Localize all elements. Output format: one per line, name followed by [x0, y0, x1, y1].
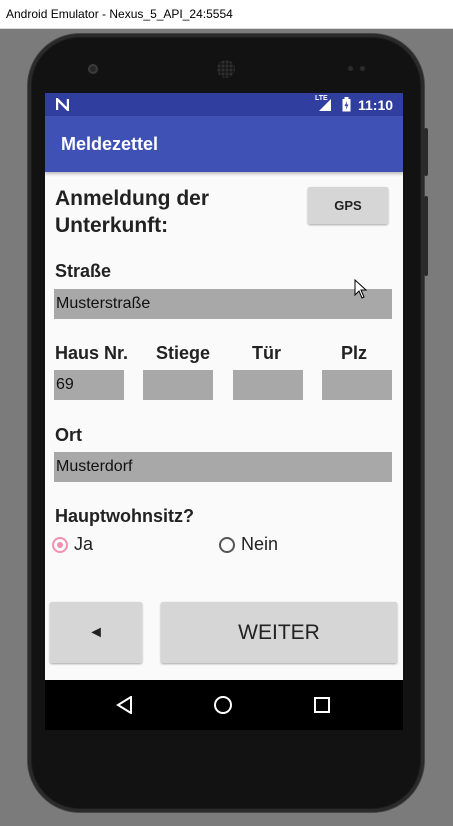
battery-icon	[342, 97, 351, 112]
sensor-icon	[348, 66, 353, 71]
window-title: Android Emulator - Nexus_5_API_24:5554	[6, 7, 233, 21]
mouse-cursor-icon	[354, 279, 368, 299]
recents-nav-icon[interactable]	[314, 697, 330, 713]
city-label: Ort	[55, 425, 82, 445]
house-number-label: Haus Nr.	[55, 343, 129, 363]
city-input[interactable]: Musterdorf	[54, 452, 392, 482]
stair-label: Stiege	[156, 343, 211, 363]
next-button-label: WEITER	[238, 620, 320, 644]
status-bar: LTE 11:10	[45, 93, 403, 116]
sensor-icon	[360, 66, 365, 71]
street-input[interactable]: Musterstraße	[54, 289, 392, 319]
device-screen: LTE 11:10 Meldezettel Anmeldung der Unte…	[45, 93, 403, 730]
speaker-grill-icon	[217, 60, 235, 78]
next-button[interactable]: WEITER	[161, 602, 397, 663]
window-titlebar: Android Emulator - Nexus_5_API_24:5554	[0, 0, 453, 29]
home-nav-icon[interactable]	[213, 695, 233, 715]
radio-ja-label: Ja	[74, 534, 94, 554]
house-number-input[interactable]: 69	[54, 370, 124, 400]
volume-button[interactable]	[424, 196, 428, 276]
gps-button[interactable]: GPS	[308, 187, 388, 224]
navigation-bar	[45, 680, 403, 730]
back-nav-icon[interactable]	[116, 696, 134, 714]
signal-icon	[319, 99, 331, 111]
radio-nein-label: Nein	[241, 534, 279, 554]
radio-checked-icon	[52, 536, 68, 553]
form-heading: Anmeldung der Unterkunft:	[55, 187, 210, 237]
gps-button-label: GPS	[334, 198, 362, 213]
notification-n-icon	[56, 98, 69, 111]
radio-unchecked-icon	[219, 536, 235, 553]
main-residence-label: Hauptwohnsitz?	[55, 506, 194, 526]
door-input[interactable]	[233, 370, 303, 400]
power-button[interactable]	[424, 128, 428, 176]
front-camera-icon	[88, 64, 98, 74]
radio-ja[interactable]: Ja	[52, 534, 93, 555]
zip-label: Plz	[341, 343, 368, 363]
back-arrow-icon: ◄	[88, 623, 104, 641]
app-title: Meldezettel	[61, 134, 159, 154]
door-label: Tür	[252, 343, 281, 363]
zip-input[interactable]	[322, 370, 392, 400]
app-bar: Meldezettel	[45, 116, 403, 172]
radio-nein[interactable]: Nein	[219, 534, 278, 555]
street-label: Straße	[55, 261, 112, 281]
status-time: 11:10	[358, 97, 394, 113]
back-button[interactable]: ◄	[50, 602, 142, 663]
stair-input[interactable]	[143, 370, 213, 400]
